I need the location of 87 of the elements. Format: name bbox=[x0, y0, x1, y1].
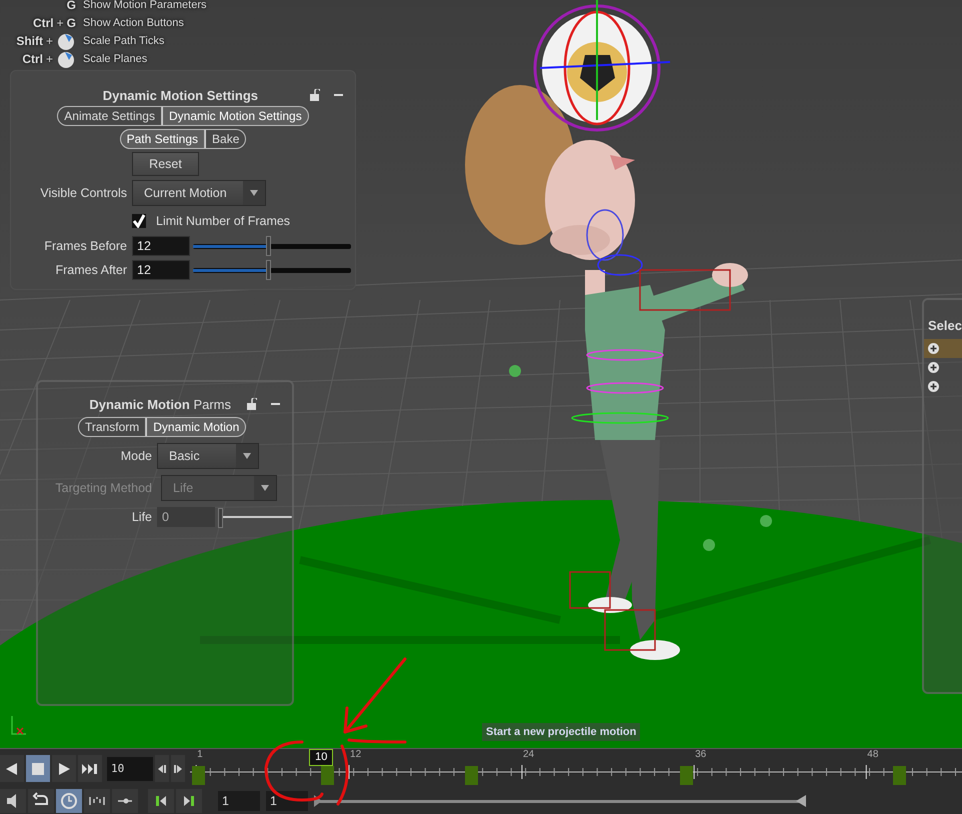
slider-handle[interactable] bbox=[266, 260, 271, 280]
unlock-icon[interactable] bbox=[247, 398, 257, 410]
checkbox-label: Limit Number of Frames bbox=[156, 214, 290, 228]
slider-handle[interactable] bbox=[266, 236, 271, 256]
play-backward-button[interactable] bbox=[0, 755, 24, 782]
point-marker bbox=[509, 365, 521, 377]
key-label: Ctrl bbox=[32, 16, 54, 30]
tab[interactable]: Bake bbox=[205, 129, 246, 149]
tooltip: Start a new projectile motion bbox=[482, 723, 640, 741]
reset-button[interactable]: Reset bbox=[132, 152, 199, 176]
tab[interactable]: Transform bbox=[78, 417, 146, 437]
current-frame-marker[interactable]: 10 bbox=[309, 749, 334, 766]
add-icon[interactable] bbox=[928, 343, 939, 354]
frame-field[interactable]: 10 bbox=[107, 756, 153, 780]
keyframe-marker[interactable] bbox=[680, 766, 693, 785]
frame-number: 24 bbox=[522, 749, 534, 760]
hotkey-action: Show Action Buttons bbox=[83, 17, 184, 29]
panel-title: Selec bbox=[928, 318, 962, 333]
key-label: Ctrl bbox=[22, 52, 43, 66]
plus-sign: + bbox=[46, 52, 53, 66]
next-key-button[interactable] bbox=[176, 789, 202, 813]
tab[interactable]: Dynamic Motion Settings bbox=[162, 106, 309, 126]
panel-title: Dynamic Motion Parms bbox=[89, 396, 231, 412]
checkbox[interactable] bbox=[132, 214, 146, 228]
frame-number: 1 bbox=[197, 749, 203, 760]
number-field[interactable]: 12 bbox=[132, 236, 190, 256]
point-marker bbox=[703, 539, 715, 551]
step-back-button[interactable] bbox=[155, 755, 169, 782]
frame-number: 48 bbox=[867, 749, 878, 760]
range-start-handle[interactable] bbox=[314, 795, 322, 807]
key-label: G bbox=[66, 0, 76, 12]
frame-number: 12 bbox=[350, 749, 362, 760]
tab[interactable]: Dynamic Motion bbox=[146, 417, 246, 437]
step-back-icon bbox=[157, 764, 167, 774]
point-marker bbox=[760, 515, 772, 527]
dropdown-arrow-icon bbox=[250, 190, 258, 196]
step-forward-icon bbox=[173, 764, 183, 774]
field-label: Life bbox=[132, 510, 152, 524]
tab[interactable]: Path Settings bbox=[120, 129, 206, 149]
step-forward-button[interactable] bbox=[171, 755, 185, 782]
keyframe-marker[interactable] bbox=[320, 766, 334, 785]
play-icon bbox=[56, 760, 72, 776]
frame-number: 36 bbox=[695, 749, 706, 760]
loop-button[interactable] bbox=[28, 789, 54, 813]
clock-icon bbox=[60, 792, 78, 810]
add-icon[interactable] bbox=[928, 362, 939, 373]
timeline-track[interactable]: 1 10 12 24 36 48 bbox=[190, 749, 962, 788]
jump-to-end-button[interactable] bbox=[78, 755, 102, 782]
hotkey-action: Scale Planes bbox=[83, 53, 148, 65]
number-field[interactable]: 0 bbox=[157, 507, 215, 527]
field-label: Targeting Method bbox=[55, 481, 152, 495]
slider-icon bbox=[117, 798, 133, 804]
visible-controls-dropdown[interactable]: Current Motion bbox=[132, 180, 266, 206]
key-label: Shift bbox=[16, 34, 43, 48]
mouse-icon bbox=[56, 31, 76, 51]
plus-sign: + bbox=[46, 34, 53, 48]
unlock-icon[interactable] bbox=[310, 89, 320, 101]
field-label: Visible Controls bbox=[40, 186, 127, 200]
mouse-icon bbox=[56, 49, 76, 69]
dropdown-arrow-icon bbox=[261, 485, 269, 491]
tab[interactable]: Animate Settings bbox=[57, 106, 162, 126]
keyframe-marker[interactable] bbox=[893, 766, 906, 785]
field-label: Frames Before bbox=[44, 239, 127, 253]
keyframe-marker[interactable] bbox=[465, 766, 478, 785]
range-button[interactable] bbox=[84, 789, 110, 813]
axis-gizmo-icon bbox=[10, 714, 28, 736]
hotkey-action: Scale Path Ticks bbox=[83, 35, 164, 47]
dropdown[interactable]: Basic bbox=[157, 443, 259, 469]
panel-title: Dynamic Motion Settings bbox=[102, 88, 258, 102]
field-label: Mode bbox=[120, 449, 152, 463]
add-icon[interactable] bbox=[928, 381, 939, 392]
speaker-icon[interactable] bbox=[0, 789, 26, 813]
stop-icon bbox=[30, 760, 46, 776]
number-field[interactable]: 12 bbox=[132, 260, 190, 280]
slider-button[interactable] bbox=[112, 789, 138, 813]
keyframe-marker[interactable] bbox=[192, 766, 205, 785]
plus-sign: + bbox=[56, 16, 64, 30]
slider-handle[interactable] bbox=[218, 508, 223, 528]
play-button[interactable] bbox=[52, 755, 76, 782]
dropdown-arrow-icon bbox=[243, 453, 251, 459]
previous-key-button[interactable] bbox=[148, 789, 174, 813]
reverse-play-icon bbox=[4, 760, 20, 776]
key-label: G bbox=[66, 16, 76, 30]
range-end-handle[interactable] bbox=[796, 795, 806, 807]
start-frame-field[interactable]: 1 bbox=[218, 791, 260, 811]
field-label: Frames After bbox=[55, 263, 127, 277]
hotkey-action: Show Motion Parameters bbox=[83, 0, 206, 11]
